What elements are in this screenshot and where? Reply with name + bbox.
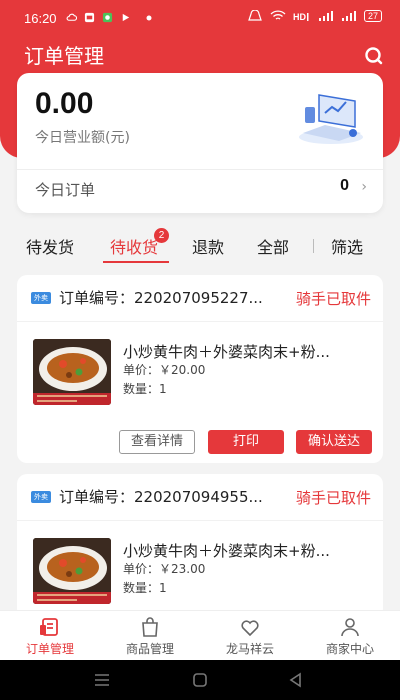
tab-filter[interactable]: 筛选 (331, 234, 363, 258)
signal-icon-2 (341, 11, 356, 21)
wifi-icon (270, 10, 286, 20)
revenue-label: 今日营业额(元) (35, 130, 130, 146)
nav-label: 龙马祥云 (225, 642, 274, 656)
nav-merchant-center[interactable]: 商家中心 (300, 616, 400, 657)
system-navigation-bar (0, 660, 400, 700)
delivery-tag: 外卖 (31, 291, 51, 304)
order-card[interactable]: 外卖 订单编号：220207095227... 骑手已取件 小炒黄牛肉＋外婆菜肉… (17, 275, 383, 463)
status-time: 16:20 (24, 11, 57, 26)
heart-icon (241, 620, 259, 637)
battery-icon: 27 (363, 10, 382, 22)
product-price: 单价：￥23.00 (123, 562, 206, 576)
product-image (33, 538, 111, 604)
alarm-icon (248, 10, 262, 21)
order-status: 骑手已取件 (295, 489, 371, 507)
order-icon (40, 618, 58, 636)
svg-text:HD: HD (293, 12, 306, 22)
search-icon[interactable] (362, 44, 386, 68)
nav-label: 商品管理 (125, 642, 174, 656)
cloud-icon (66, 13, 77, 21)
pending-receipt-badge: 2 (154, 228, 169, 243)
chevron-right-icon[interactable]: › (361, 179, 367, 195)
signal-icon-1 (318, 11, 333, 21)
user-icon (341, 618, 359, 637)
title-bar: 订单管理 (0, 36, 400, 72)
app-notification-icon (84, 12, 95, 23)
order-status: 骑手已取件 (295, 290, 371, 308)
status-bar: 16:20 HD 27 (0, 0, 400, 36)
tab-pending-shipment[interactable]: 待发货 (26, 234, 74, 258)
page-title: 订单管理 (24, 44, 104, 68)
product-quantity: 数量：1 (123, 382, 167, 396)
product-name: 小炒黄牛肉＋外婆菜肉末+粉... (123, 542, 330, 560)
today-orders-count: 0 (340, 177, 349, 194)
product-quantity: 数量：1 (123, 581, 167, 595)
order-number: 订单编号：220207094955... (59, 488, 263, 506)
summary-divider (17, 169, 383, 170)
tab-all[interactable]: 全部 (257, 234, 289, 258)
order-tabs: 待发货 待收货 2 退款 全部 筛选 (0, 226, 400, 266)
home-icon[interactable] (192, 672, 208, 688)
revenue-amount: 0.00 (35, 87, 94, 120)
today-orders-label[interactable]: 今日订单 (35, 179, 95, 200)
menu-icon[interactable] (94, 673, 110, 687)
view-details-button[interactable]: 查看详情 (119, 430, 195, 454)
tab-refund[interactable]: 退款 (192, 234, 224, 258)
order-card[interactable]: 外卖 订单编号：220207094955... 骑手已取件 小炒黄牛肉＋外婆菜肉… (17, 474, 383, 619)
nav-label: 商家中心 (325, 642, 374, 656)
wechat-icon (102, 12, 113, 23)
nav-order-management[interactable]: 订单管理 (0, 616, 100, 657)
product-price: 单价：￥20.00 (123, 363, 206, 377)
nav-label: 订单管理 (25, 642, 74, 656)
back-icon[interactable] (288, 672, 304, 688)
tab-separator (313, 239, 314, 253)
status-right: HD 27 (247, 10, 382, 22)
delivery-tag: 外卖 (31, 490, 51, 503)
product-image (33, 339, 111, 405)
nav-longma-xiangyun[interactable]: 龙马祥云 (200, 616, 300, 657)
confirm-delivery-button[interactable]: 确认送达 (296, 430, 372, 454)
print-button[interactable]: 打印 (208, 430, 284, 454)
product-name: 小炒黄牛肉＋外婆菜肉末+粉... (123, 343, 330, 361)
dot-icon (146, 15, 152, 21)
order-number: 订单编号：220207095227... (59, 289, 263, 307)
order-divider (17, 520, 383, 521)
order-divider (17, 321, 383, 322)
hd-icon: HD (293, 12, 309, 22)
active-tab-indicator (103, 261, 169, 263)
play-icon (122, 13, 130, 22)
nav-product-management[interactable]: 商品管理 (100, 616, 200, 657)
laptop-chart-illustration-icon (299, 94, 363, 144)
bag-icon (142, 617, 158, 637)
tab-pending-receipt[interactable]: 待收货 (110, 234, 158, 258)
revenue-summary-card: 0.00 今日营业额(元) 今日订单 0 › (17, 73, 383, 213)
bottom-navigation: 订单管理 商品管理 龙马祥云 商家中心 (0, 610, 400, 660)
